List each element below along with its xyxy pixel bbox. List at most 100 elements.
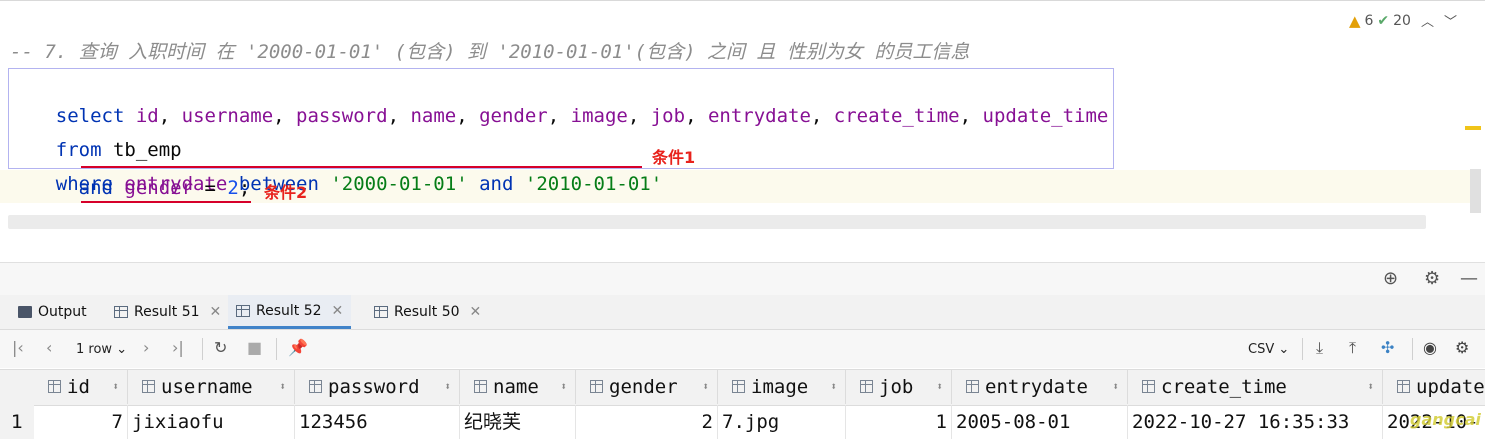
prev-page-icon[interactable]: ‹ — [46, 338, 52, 357]
code-line-where[interactable]: where entrydate between '2000-01-01' and… — [10, 139, 662, 195]
column-header-update-time[interactable]: update — [1383, 369, 1485, 404]
tab-output[interactable]: Output — [10, 295, 95, 329]
sort-icon[interactable]: ⬍ — [936, 380, 943, 393]
column-icon — [1397, 380, 1410, 393]
code-line-from[interactable]: from tb_emp — [10, 105, 182, 161]
sort-icon[interactable]: ⬍ — [444, 380, 451, 393]
sort-icon[interactable]: ⬍ — [830, 380, 837, 393]
horizontal-scrollbar[interactable] — [8, 215, 1426, 229]
minimize-icon[interactable]: — — [1460, 268, 1478, 289]
export-format-selector[interactable]: CSV ⌄ — [1248, 342, 1289, 357]
column-name: create_time — [833, 105, 960, 127]
table-cell[interactable]: 2022-10-27 16:35:33 — [1128, 405, 1383, 439]
condition1-annotation: 条件1 — [652, 148, 696, 167]
table-cell[interactable]: 7.jpg — [718, 405, 846, 439]
download-icon[interactable]: ⤓ — [1316, 338, 1323, 358]
column-name: job — [650, 105, 686, 127]
prev-highlight-icon[interactable]: ︿ — [1421, 11, 1434, 30]
view-eye-icon[interactable]: ◉ — [1423, 338, 1437, 357]
column-header-username[interactable]: username ⬍ — [128, 369, 295, 404]
vertical-scrollbar[interactable] — [1470, 169, 1481, 213]
sort-icon[interactable]: ⬍ — [112, 380, 119, 393]
sort-icon[interactable]: ⬍ — [1112, 380, 1119, 393]
table-cell[interactable]: 2 — [576, 405, 718, 439]
column-icon — [474, 380, 487, 393]
services-tool-header — [0, 262, 1485, 295]
first-page-icon[interactable]: |‹ — [12, 338, 24, 357]
semicolon: ; — [238, 177, 251, 199]
table-cell[interactable]: jixiaofu — [128, 405, 295, 439]
stop-icon[interactable]: ■ — [247, 338, 262, 357]
code-line-select[interactable]: select id, username, password, name, gen… — [10, 71, 1109, 127]
column-header-job[interactable]: job ⬍ — [846, 369, 952, 404]
refresh-icon[interactable]: ↻ — [214, 338, 227, 357]
column-icon — [48, 380, 61, 393]
column-icon — [1142, 380, 1155, 393]
column-header-image[interactable]: image ⬍ — [718, 369, 846, 404]
table-cell[interactable]: 123456 — [295, 405, 460, 439]
warning-count: 6 — [1364, 12, 1374, 29]
toolbar-separator — [1412, 338, 1413, 360]
code-line-and[interactable]: and gender = 2; — [10, 173, 251, 203]
table-cell[interactable]: 2005-08-01 — [952, 405, 1128, 439]
condition1-underline — [81, 166, 642, 168]
column-name: username — [181, 105, 274, 127]
sort-icon[interactable]: ⬍ — [702, 380, 709, 393]
close-icon[interactable]: ✕ — [210, 304, 222, 320]
column-name: name — [410, 105, 457, 127]
row-count-selector[interactable]: 1 row ⌄ — [76, 342, 127, 357]
column-name: gender — [124, 177, 194, 199]
tab-label: Result 52 — [256, 302, 322, 319]
close-icon[interactable]: ✕ — [332, 303, 344, 319]
column-header-label: entrydate — [985, 375, 1088, 398]
row-count-label: 1 row — [76, 342, 113, 357]
sort-icon[interactable]: ⬍ — [560, 380, 567, 393]
column-header-name[interactable]: name ⬍ — [460, 369, 576, 404]
table-cell[interactable]: 纪晓芙 — [460, 405, 576, 439]
sql-comment: -- 7. 查询 入职时间 在 '2000-01-01' (包含) 到 '201… — [10, 41, 970, 63]
pin-icon[interactable]: 📌 — [288, 338, 308, 357]
column-header-password[interactable]: password ⬍ — [295, 369, 460, 404]
settings-icon[interactable]: ⚙ — [1455, 338, 1469, 357]
condition2-annotation: 条件2 — [264, 183, 308, 202]
tab-result-50[interactable]: Result 50 ✕ — [366, 295, 489, 329]
sql-editor[interactable]: ▲ 6 ✔ 20 ︿ ﹀ -- 7. 查询 入职时间 在 '2000-01-01… — [0, 0, 1485, 233]
column-name: entrydate — [707, 105, 811, 127]
table-icon — [374, 306, 388, 318]
column-header-label: username — [161, 375, 253, 398]
column-header-entrydate[interactable]: entrydate ⬍ — [952, 369, 1128, 404]
gear-icon[interactable]: ⚙ — [1424, 268, 1440, 289]
weak-warning-icon: ✔ — [1377, 12, 1390, 29]
column-header-label: update — [1416, 375, 1485, 398]
column-header-create-time[interactable]: create_time ⬍ — [1128, 369, 1383, 404]
tab-label: Result 51 — [134, 304, 200, 320]
column-icon — [142, 380, 155, 393]
inspection-widget[interactable]: ▲ 6 ✔ 20 ︿ ﹀ — [1349, 11, 1457, 31]
table-cell[interactable]: 1 — [846, 405, 952, 439]
column-header-id[interactable]: id ⬍ — [34, 369, 128, 404]
sort-icon[interactable]: ⬍ — [1367, 380, 1374, 393]
last-page-icon[interactable]: ›| — [172, 338, 184, 357]
compare-icon[interactable]: ✣ — [1381, 338, 1394, 357]
close-icon[interactable]: ✕ — [470, 304, 482, 320]
table-cell[interactable]: 7 — [34, 405, 128, 439]
weak-warning-count: 20 — [1393, 12, 1411, 29]
tab-result-51[interactable]: Result 51 ✕ — [106, 295, 229, 329]
tab-result-52[interactable]: Result 52 ✕ — [228, 295, 352, 329]
next-page-icon[interactable]: › — [143, 338, 149, 357]
upload-icon[interactable]: ⤒ — [1349, 338, 1356, 358]
row-number[interactable]: 1 — [0, 405, 34, 439]
column-header-label: name — [493, 375, 539, 398]
operator: = — [204, 177, 216, 199]
table-icon — [114, 306, 128, 318]
next-highlight-icon[interactable]: ﹀ — [1444, 11, 1457, 30]
column-header-gender[interactable]: gender ⬍ — [576, 369, 718, 404]
error-stripe-marker[interactable] — [1465, 126, 1481, 130]
results-tab-bar: Output Result 51 ✕ Result 52 ✕ Result 50… — [0, 295, 1485, 330]
export-format-label: CSV — [1248, 342, 1275, 357]
column-header-label: create_time — [1161, 375, 1287, 398]
watermark: gangcai — [1410, 410, 1481, 429]
crosshair-icon[interactable]: ⊕ — [1383, 268, 1398, 289]
column-header-label: password — [328, 375, 420, 398]
sort-icon[interactable]: ⬍ — [279, 380, 286, 393]
